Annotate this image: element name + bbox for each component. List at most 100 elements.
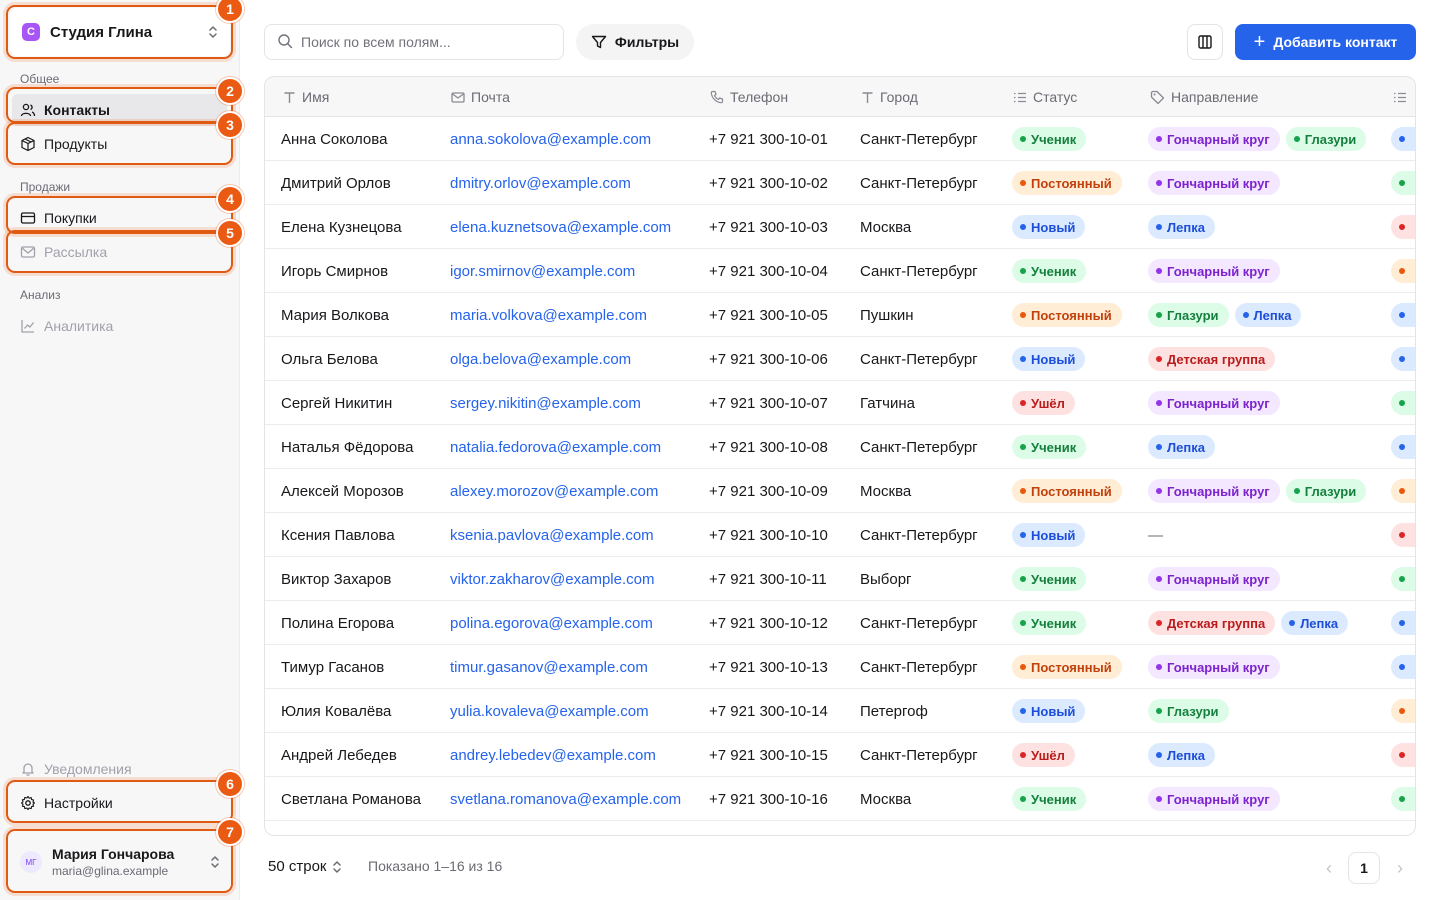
status-label: Ученик xyxy=(1031,263,1077,279)
cell-email[interactable]: igor.smirnov@example.com xyxy=(450,249,635,293)
table-row[interactable]: Виктор Захаров viktor.zakharov@example.co… xyxy=(265,557,1415,601)
cell-name: Алексей Морозов xyxy=(281,482,404,500)
cell-extra xyxy=(1391,689,1415,733)
extra-badge xyxy=(1391,743,1415,767)
chevron-right-icon[interactable]: › xyxy=(1389,856,1411,880)
status-badge: Ученик xyxy=(1012,567,1087,591)
chevron-left-icon[interactable]: ‹ xyxy=(1318,856,1340,880)
table-row[interactable]: Елена Кузнецова elena.kuznetsova@example.… xyxy=(265,205,1415,249)
extra-badge xyxy=(1391,303,1415,327)
tag-dot xyxy=(1156,224,1162,230)
sidebar-item-label: Аналитика xyxy=(44,318,114,334)
table-row[interactable]: Дмитрий Орлов dmitry.orlov@example.com +7 … xyxy=(265,161,1415,205)
extra-dot xyxy=(1399,356,1405,362)
column-header-extra[interactable] xyxy=(1393,77,1413,117)
empty-value: — xyxy=(1148,526,1163,544)
cell-email[interactable]: polina.egorova@example.com xyxy=(450,601,653,645)
extra-dot xyxy=(1399,268,1405,274)
cell-email[interactable]: svetlana.romanova@example.com xyxy=(450,777,681,821)
cell-tags: Гончарный круг xyxy=(1148,557,1286,601)
tag-badge: Лепка xyxy=(1148,435,1215,459)
add-contact-button[interactable]: + Добавить контакт xyxy=(1235,24,1416,60)
column-header-status[interactable]: Статус xyxy=(1013,77,1077,117)
cell-phone: +7 921 300-10-09 xyxy=(709,482,828,500)
cell-city: Санкт-Петербург xyxy=(860,746,978,764)
status-dot xyxy=(1020,488,1026,494)
table-row[interactable]: Сергей Никитин sergey.nikitin@example.com… xyxy=(265,381,1415,425)
cell-email[interactable]: olga.belova@example.com xyxy=(450,337,631,381)
extra-badge xyxy=(1391,391,1415,415)
column-header-email[interactable]: Почта xyxy=(451,77,510,117)
extra-badge xyxy=(1391,655,1415,679)
columns-button[interactable] xyxy=(1187,24,1223,60)
tag-dot xyxy=(1242,312,1249,318)
cell-name: Игорь Смирнов xyxy=(281,262,389,280)
cell-email[interactable]: sergey.nikitin@example.com xyxy=(450,381,641,425)
filters-button[interactable]: Фильтры xyxy=(576,24,694,60)
column-header-direction[interactable]: Направление xyxy=(1150,77,1258,117)
list-icon xyxy=(1393,91,1407,104)
column-header-city[interactable]: Город xyxy=(861,77,918,117)
table-row[interactable]: Андрей Лебедев andrey.lebedev@example.com… xyxy=(265,733,1415,777)
table-row[interactable]: Ольга Белова olga.belova@example.com +7 92… xyxy=(265,337,1415,381)
status-badge: Постоянный xyxy=(1012,303,1122,327)
table-row[interactable]: Алексей Морозов alexey.morozov@example.co… xyxy=(265,469,1415,513)
cell-email[interactable]: timur.gasanov@example.com xyxy=(450,645,648,689)
status-label: Новый xyxy=(1031,703,1076,719)
status-dot xyxy=(1020,356,1026,362)
rows-per-page-select[interactable]: 50 строк xyxy=(268,858,342,875)
table-row[interactable]: Ксения Павлова ksenia.pavlova@example.com… xyxy=(265,513,1415,557)
cell-status: Ученик xyxy=(1012,425,1092,469)
extra-badge xyxy=(1391,347,1415,371)
table-row[interactable]: Наталья Фёдорова natalia.fedorova@example… xyxy=(265,425,1415,469)
cell-city: Гатчина xyxy=(860,394,915,412)
cell-email[interactable]: alexey.morozov@example.com xyxy=(450,469,658,513)
column-header-name[interactable]: Имя xyxy=(283,77,329,117)
cell-tags: Гончарный круг xyxy=(1148,645,1286,689)
page-button-current[interactable]: 1 xyxy=(1348,852,1380,884)
status-badge: Ученик xyxy=(1012,259,1087,283)
table-row[interactable]: Тимур Гасанов timur.gasanov@example.com +7… xyxy=(265,645,1415,689)
cell-name: Сергей Никитин xyxy=(281,394,393,412)
status-badge: Новый xyxy=(1012,347,1086,371)
cell-city: Выборг xyxy=(860,570,912,588)
tag-badge: Гончарный круг xyxy=(1148,479,1280,503)
status-dot xyxy=(1020,796,1026,802)
search-box[interactable] xyxy=(264,24,564,60)
cell-email[interactable]: dmitry.orlov@example.com xyxy=(450,161,631,205)
cell-tags: Гончарный круг xyxy=(1148,161,1286,205)
cell-email[interactable]: andrey.lebedev@example.com xyxy=(450,733,656,777)
cell-email[interactable]: anna.sokolova@example.com xyxy=(450,117,651,161)
cell-email[interactable]: natalia.fedorova@example.com xyxy=(450,425,661,469)
cell-email[interactable]: elena.kuznetsova@example.com xyxy=(450,205,671,249)
status-label: Ученик xyxy=(1031,615,1077,631)
column-header-phone[interactable]: Телефон xyxy=(710,77,788,117)
cell-phone: +7 921 300-10-08 xyxy=(709,438,828,456)
cell-email[interactable]: ksenia.pavlova@example.com xyxy=(450,513,654,557)
cell-email[interactable]: yulia.kovaleva@example.com xyxy=(450,689,649,733)
table-row[interactable]: Игорь Смирнов igor.smirnov@example.com +7 … xyxy=(265,249,1415,293)
table-row[interactable]: Полина Егорова polina.egorova@example.com… xyxy=(265,601,1415,645)
cell-tags: Лепка xyxy=(1148,425,1221,469)
sidebar: С Студия Глина Общее Контакты Продукты П… xyxy=(0,0,240,900)
cell-tags: Глазури xyxy=(1148,689,1235,733)
tag-dot xyxy=(1156,444,1162,450)
status-badge: Постоянный xyxy=(1012,171,1122,195)
sidebar-item-analytics[interactable]: Аналитика xyxy=(12,310,227,342)
table-row[interactable]: Светлана Романова svetlana.romanova@examp… xyxy=(265,777,1415,821)
table-row[interactable]: Мария Волкова maria.volkova@example.com +7… xyxy=(265,293,1415,337)
annotation-box-1 xyxy=(6,5,233,59)
annotation-badge: 7 xyxy=(216,818,244,846)
status-badge: Постоянный xyxy=(1012,479,1122,503)
annotation-box-5 xyxy=(6,230,233,273)
cell-city: Пушкин xyxy=(860,306,914,324)
table-row[interactable]: Анна Соколова anna.sokolova@example.com +7… xyxy=(265,117,1415,161)
search-input[interactable] xyxy=(301,34,541,50)
cell-extra xyxy=(1391,293,1415,337)
table-row[interactable]: Юлия Ковалёва yulia.kovaleva@example.com +… xyxy=(265,689,1415,733)
rows-per-page-label: 50 строк xyxy=(268,858,327,875)
cell-email[interactable]: viktor.zakharov@example.com xyxy=(450,557,654,601)
cell-email[interactable]: maria.volkova@example.com xyxy=(450,293,647,337)
cell-name: Андрей Лебедев xyxy=(281,746,397,764)
extra-badge xyxy=(1391,567,1415,591)
